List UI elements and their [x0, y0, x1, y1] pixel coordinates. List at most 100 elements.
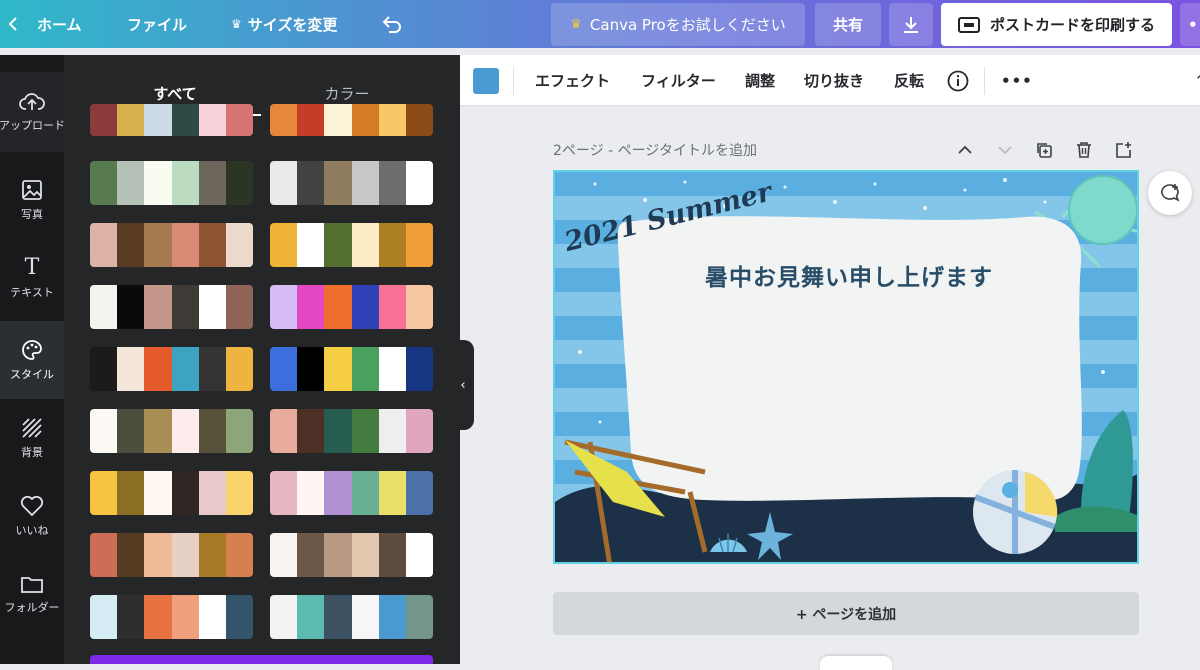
adjust-button[interactable]: 調整: [745, 55, 775, 106]
add-page-icon[interactable]: [1113, 140, 1133, 160]
rail-item-text[interactable]: T テキスト: [0, 239, 64, 317]
rail-item-background[interactable]: 背景: [0, 399, 64, 477]
color-palette-left-6[interactable]: [90, 409, 253, 453]
color-palette-left-8[interactable]: [90, 533, 253, 577]
rail-label: フォルダー: [4, 600, 60, 614]
side-rail: アップロード 写真 T テキスト スタイル 背景 いいね フォルダー: [0, 55, 64, 664]
palette-swatch: [270, 161, 298, 205]
palette-swatch: [270, 347, 298, 391]
delete-page-icon[interactable]: [1074, 140, 1094, 160]
color-palette-right-4[interactable]: [270, 285, 433, 329]
collapse-panel-button[interactable]: ‹: [452, 340, 474, 430]
palette-swatch: [297, 409, 325, 453]
position-icon[interactable]: ⌃: [1194, 55, 1200, 106]
palette-swatch: [198, 409, 226, 453]
palette-swatch: [297, 595, 325, 639]
chevron-up-icon[interactable]: [955, 140, 975, 160]
add-page-button[interactable]: + ページを追加: [553, 592, 1139, 635]
palette-swatch: [117, 595, 145, 639]
top-bar: ホーム ファイル ♛ サイズを変更 ♛ Canva Proをお試しください 共有…: [0, 0, 1200, 48]
rail-item-likes[interactable]: いいね: [0, 477, 64, 555]
page-title[interactable]: 2ページ - ページタイトルを追加: [553, 140, 757, 160]
color-palette-right-7[interactable]: [270, 471, 433, 515]
palette-swatch: [198, 104, 226, 136]
palette-swatch: [90, 223, 118, 267]
greeting-title-text[interactable]: 暑中お見舞い申し上げます: [705, 258, 993, 292]
styles-panel: すべて カラー: [64, 55, 460, 664]
palette-swatch: [270, 409, 298, 453]
rail-item-styles[interactable]: スタイル: [0, 321, 64, 399]
color-palette-left-5[interactable]: [90, 347, 253, 391]
color-swatch-button[interactable]: [473, 68, 499, 94]
palette-swatch: [90, 104, 118, 136]
color-palette-right-9[interactable]: [270, 595, 433, 639]
upload-cloud-icon: [19, 92, 45, 110]
more-options-button[interactable]: •: [1180, 3, 1200, 46]
try-canva-pro-button[interactable]: ♛ Canva Proをお試しください: [551, 3, 805, 46]
text-icon: T: [24, 254, 40, 280]
palette-swatch: [324, 223, 352, 267]
effects-button[interactable]: エフェクト: [535, 55, 610, 106]
print-postcard-button[interactable]: ポストカードを印刷する: [941, 3, 1172, 46]
home-button[interactable]: ホーム: [37, 0, 82, 48]
palette-swatch: [171, 104, 199, 136]
palette-swatch: [171, 409, 199, 453]
palette-swatch: [198, 223, 226, 267]
design-canvas[interactable]: 2021 Summer 暑中お見舞い申し上げます: [553, 170, 1139, 564]
tab-all[interactable]: すべて: [90, 83, 260, 104]
rail-item-folders[interactable]: フォルダー: [0, 555, 64, 633]
crop-button[interactable]: 切り抜き: [804, 55, 864, 106]
file-menu-button[interactable]: ファイル: [127, 0, 187, 48]
color-palette-right-1[interactable]: [270, 104, 433, 136]
resize-button[interactable]: ♛ サイズを変更: [231, 0, 337, 48]
color-palette-left-1[interactable]: [90, 104, 253, 136]
download-icon[interactable]: [889, 3, 933, 46]
palette-swatch: [378, 347, 406, 391]
palette-swatch: [351, 595, 379, 639]
palette-swatch: [378, 285, 406, 329]
flip-button[interactable]: 反転: [894, 55, 924, 106]
palette-swatch: [324, 285, 352, 329]
chevron-down-icon[interactable]: [995, 140, 1015, 160]
rail-label: スタイル: [10, 367, 54, 381]
more-tools-button[interactable]: •••: [1001, 55, 1033, 106]
color-palette-left-7[interactable]: [90, 471, 253, 515]
color-palette-right-3[interactable]: [270, 223, 433, 267]
color-palette-left-4[interactable]: [90, 285, 253, 329]
palette-swatch: [270, 223, 298, 267]
filter-button[interactable]: フィルター: [641, 55, 716, 106]
rail-label: テキスト: [10, 285, 54, 299]
back-chevron-icon[interactable]: [6, 0, 22, 48]
color-palette-left-3[interactable]: [90, 223, 253, 267]
toolbar-divider: [513, 67, 514, 95]
color-palette-right-8[interactable]: [270, 533, 433, 577]
duplicate-page-icon[interactable]: [1034, 140, 1054, 160]
palette-swatch: [225, 161, 253, 205]
more-palettes-button[interactable]: [90, 655, 433, 664]
palette-swatch: [198, 285, 226, 329]
palette-swatch: [324, 533, 352, 577]
palette-swatch: [378, 471, 406, 515]
share-button[interactable]: 共有: [815, 3, 881, 46]
rail-item-photos[interactable]: 写真: [0, 161, 64, 239]
palette-swatch: [324, 347, 352, 391]
palette-swatch: [270, 471, 298, 515]
palette-swatch: [324, 595, 352, 639]
color-palette-right-6[interactable]: [270, 409, 433, 453]
color-palette-right-2[interactable]: [270, 161, 433, 205]
color-palette-left-2[interactable]: [90, 161, 253, 205]
tab-colors[interactable]: カラー: [262, 83, 432, 104]
palette-swatch: [117, 104, 145, 136]
color-palette-right-5[interactable]: [270, 347, 433, 391]
color-palette-left-9[interactable]: [90, 595, 253, 639]
palette-swatch: [351, 285, 379, 329]
palette-swatch: [351, 471, 379, 515]
info-icon[interactable]: [947, 55, 969, 106]
palette-swatch: [171, 161, 199, 205]
rail-item-upload[interactable]: アップロード: [0, 72, 64, 152]
palette-swatch: [144, 347, 172, 391]
undo-icon[interactable]: [381, 0, 403, 48]
bottom-pill[interactable]: [820, 656, 892, 670]
add-comment-icon[interactable]: [1148, 171, 1192, 215]
palette-swatch: [405, 223, 433, 267]
